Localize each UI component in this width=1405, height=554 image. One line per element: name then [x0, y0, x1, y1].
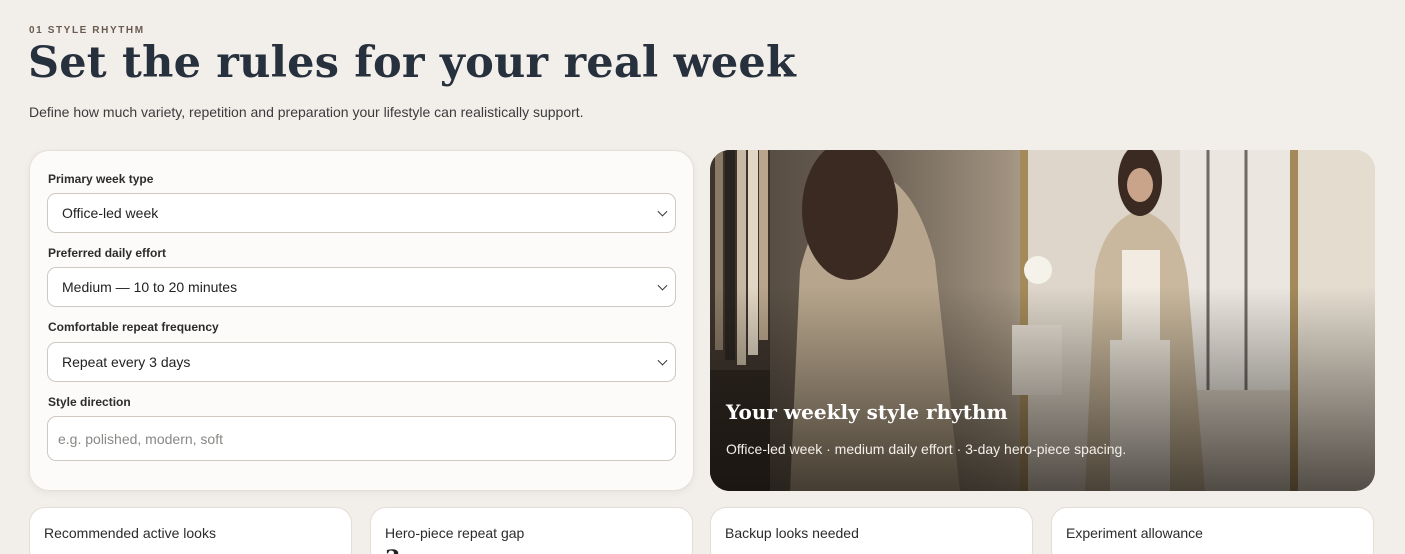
week-type-value: Office-led week — [62, 205, 159, 221]
page-title: Set the rules for your real week — [28, 38, 796, 88]
settings-card: Primary week type Office-led week Prefer… — [29, 150, 694, 491]
eyebrow-label: 01 STYLE RHYTHM — [29, 25, 145, 36]
week-type-select[interactable]: Office-led week — [47, 193, 676, 233]
style-direction-input[interactable] — [47, 416, 676, 461]
chevron-down-icon — [657, 206, 668, 217]
page-subtitle: Define how much variety, repetition and … — [29, 104, 584, 120]
repeat-frequency-select[interactable]: Repeat every 3 days — [47, 342, 676, 382]
repeat-frequency-value: Repeat every 3 days — [62, 354, 191, 370]
hero-caption: Office-led week · medium daily effort · … — [726, 441, 1127, 457]
daily-effort-value: Medium — 10 to 20 minutes — [62, 279, 238, 295]
stat-label: Recommended active looks — [44, 525, 216, 541]
stat-label: Experiment allowance — [1066, 525, 1203, 541]
stat-card-backup-looks: Backup looks needed — [710, 507, 1033, 554]
hero-title: Your weekly style rhythm — [726, 400, 1008, 424]
chevron-down-icon — [657, 280, 668, 291]
stat-value: 3 — [385, 546, 400, 554]
daily-effort-select[interactable]: Medium — 10 to 20 minutes — [47, 267, 676, 307]
stat-label: Backup looks needed — [725, 525, 859, 541]
week-type-label: Primary week type — [48, 172, 154, 186]
hero-shade — [710, 150, 1375, 491]
style-direction-label: Style direction — [48, 395, 131, 409]
stat-label: Hero-piece repeat gap — [385, 525, 525, 541]
repeat-frequency-label: Comfortable repeat frequency — [48, 320, 219, 334]
stat-card-experiment-allowance: Experiment allowance — [1051, 507, 1374, 554]
chevron-down-icon — [657, 355, 668, 366]
stat-card-active-looks: Recommended active looks — [29, 507, 352, 554]
stat-card-repeat-gap: Hero-piece repeat gap 3 — [370, 507, 693, 554]
daily-effort-label: Preferred daily effort — [48, 246, 167, 260]
hero-image-card: Your weekly style rhythm Office-led week… — [710, 150, 1375, 491]
